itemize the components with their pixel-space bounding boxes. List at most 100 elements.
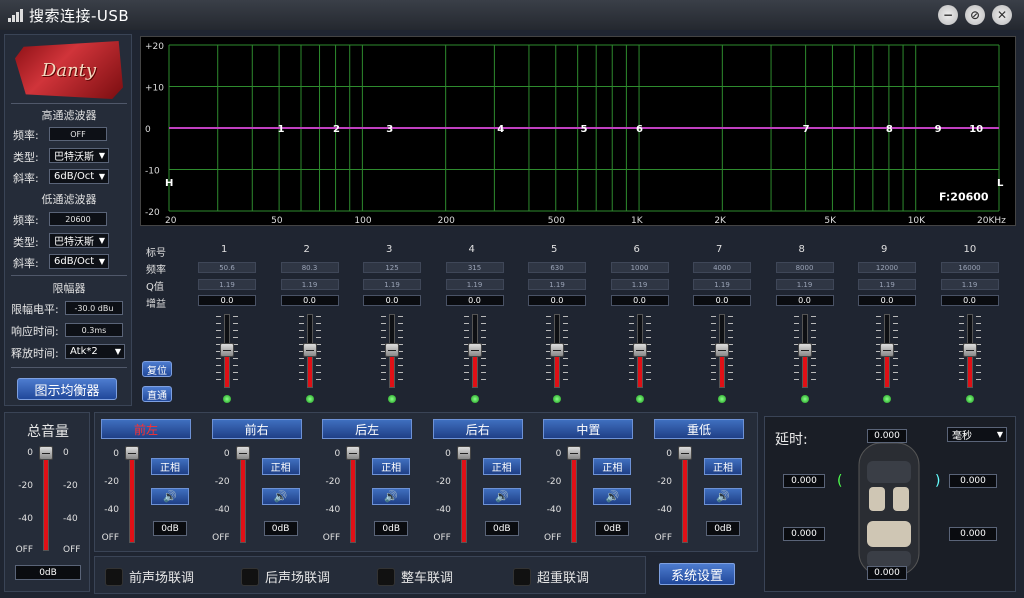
channel-volume-slider[interactable] — [571, 451, 578, 543]
lpf-slope-select[interactable]: 6dB/Oct — [49, 254, 109, 269]
eq-band-gain-knob[interactable] — [302, 343, 317, 357]
eq-band-gain-field[interactable]: 0.0 — [198, 295, 256, 306]
channel-volume-knob[interactable] — [678, 446, 692, 460]
phase-button[interactable]: 正相 — [261, 458, 300, 475]
eq-band-freq-field[interactable]: 80.3 — [280, 262, 339, 273]
delay-front-left-field[interactable]: 0.000 — [783, 474, 825, 488]
rear-link-checkbox[interactable]: 后声场联调 — [241, 567, 330, 586]
eq-band-freq-field[interactable]: 4000 — [693, 262, 751, 273]
channel-volume-knob[interactable] — [567, 446, 582, 460]
phase-button[interactable]: 正相 — [151, 458, 189, 475]
eq-band-gain-knob[interactable] — [220, 343, 234, 357]
channel-volume-knob[interactable] — [346, 446, 361, 460]
delay-rear-left-field[interactable]: 0.000 — [783, 527, 825, 541]
eq-band-freq-field[interactable]: 50.6 — [198, 262, 256, 273]
speaker-mute-icon[interactable]: 🔊 — [593, 488, 632, 505]
phase-button[interactable]: 正相 — [482, 458, 521, 475]
restore-button[interactable]: ⊘ — [965, 5, 985, 25]
eq-band-q-field[interactable]: 1.19 — [445, 279, 504, 290]
eq-band-gain-field[interactable]: 0.0 — [693, 295, 751, 306]
speaker-mute-icon[interactable]: 🔊 — [482, 488, 521, 505]
phase-button[interactable]: 正相 — [704, 458, 742, 475]
channel-select-button[interactable]: 前右 — [211, 419, 302, 439]
channel-volume-value[interactable]: 0dB — [484, 521, 519, 536]
eq-band-gain-knob[interactable] — [797, 343, 812, 357]
delay-center-field[interactable]: 0.000 — [867, 429, 907, 443]
system-settings-button[interactable]: 系统设置 — [659, 563, 735, 585]
eq-band-gain-knob[interactable] — [385, 343, 399, 357]
lpf-freq-field[interactable]: 20600 — [49, 212, 107, 226]
channel-select-button[interactable]: 后左 — [322, 419, 413, 439]
eq-band-gain-knob[interactable] — [962, 343, 977, 357]
channel-volume-knob[interactable] — [235, 446, 250, 460]
eq-band-gain-knob[interactable] — [467, 343, 482, 357]
eq-band-gain-knob[interactable] — [715, 343, 729, 357]
eq-band-freq-field[interactable]: 315 — [445, 262, 504, 273]
eq-band-gain-knob[interactable] — [632, 343, 647, 357]
eq-band-q-field[interactable]: 1.19 — [280, 279, 339, 290]
graphic-eq-button[interactable]: 图示均衡器 — [17, 378, 117, 400]
eq-band-q-field[interactable]: 1.19 — [363, 279, 421, 290]
eq-band-freq-field[interactable]: 16000 — [940, 262, 999, 273]
speaker-mute-icon[interactable]: 🔊 — [704, 488, 742, 505]
speaker-mute-icon[interactable]: 🔊 — [151, 488, 189, 505]
eq-band-q-field[interactable]: 1.19 — [775, 279, 834, 290]
eq-band-gain-field[interactable]: 0.0 — [940, 295, 999, 306]
channel-select-button[interactable]: 前左 — [101, 419, 191, 439]
eq-band-q-field[interactable]: 1.19 — [940, 279, 999, 290]
whole-car-link-checkbox[interactable]: 整车联调 — [377, 567, 453, 586]
channel-volume-value[interactable]: 0dB — [263, 521, 298, 536]
eq-band-q-field[interactable]: 1.19 — [610, 279, 669, 290]
eq-band-gain-knob[interactable] — [880, 343, 894, 357]
delay-rear-right-field[interactable]: 0.000 — [949, 527, 997, 541]
hpf-freq-field[interactable]: OFF — [49, 127, 107, 141]
sub-link-checkbox[interactable]: 超重联调 — [513, 567, 589, 586]
eq-band-freq-field[interactable]: 8000 — [775, 262, 834, 273]
eq-band-q-field[interactable]: 1.19 — [693, 279, 751, 290]
eq-band-gain-field[interactable]: 0.0 — [363, 295, 421, 306]
eq-band-q-field[interactable]: 1.19 — [198, 279, 256, 290]
speaker-mute-icon[interactable]: 🔊 — [261, 488, 300, 505]
delay-unit-select[interactable]: 毫秒 — [947, 427, 1007, 442]
response-time-field[interactable]: 0.3ms — [65, 323, 123, 337]
channel-volume-slider[interactable] — [460, 451, 467, 543]
channel-volume-value[interactable]: 0dB — [706, 521, 740, 536]
eq-band-freq-field[interactable]: 12000 — [858, 262, 916, 273]
eq-band-q-field[interactable]: 1.19 — [858, 279, 916, 290]
eq-band-freq-field[interactable]: 1000 — [610, 262, 669, 273]
eq-band-gain-field[interactable]: 0.0 — [775, 295, 834, 306]
master-volume-slider[interactable] — [43, 451, 49, 551]
phase-button[interactable]: 正相 — [372, 458, 411, 475]
channel-volume-knob[interactable] — [125, 446, 139, 460]
phase-button[interactable]: 正相 — [593, 458, 632, 475]
speaker-mute-icon[interactable]: 🔊 — [372, 488, 411, 505]
master-volume-value[interactable]: 0dB — [15, 565, 81, 580]
minimize-button[interactable]: − — [938, 5, 958, 25]
channel-volume-value[interactable]: 0dB — [153, 521, 187, 536]
eq-band-gain-field[interactable]: 0.0 — [858, 295, 916, 306]
delay-sub-field[interactable]: 0.000 — [867, 566, 907, 580]
hpf-type-select[interactable]: 巴特沃斯 — [49, 148, 109, 163]
eq-band-gain-field[interactable]: 0.0 — [445, 295, 504, 306]
hpf-slope-select[interactable]: 6dB/Oct — [49, 169, 109, 184]
reset-button[interactable]: 复位 — [142, 361, 172, 377]
channel-volume-slider[interactable] — [129, 451, 135, 543]
limiter-level-field[interactable]: -30.0 dBu — [65, 301, 123, 315]
channel-volume-value[interactable]: 0dB — [374, 521, 409, 536]
channel-volume-knob[interactable] — [456, 446, 471, 460]
eq-band-gain-field[interactable]: 0.0 — [610, 295, 669, 306]
eq-band-q-field[interactable]: 1.19 — [528, 279, 586, 290]
lpf-type-select[interactable]: 巴特沃斯 — [49, 233, 109, 248]
eq-band-gain-field[interactable]: 0.0 — [528, 295, 586, 306]
channel-volume-slider[interactable] — [350, 451, 357, 543]
eq-band-gain-field[interactable]: 0.0 — [280, 295, 339, 306]
channel-select-button[interactable]: 重低 — [654, 419, 744, 439]
channel-volume-slider[interactable] — [682, 451, 688, 543]
eq-band-freq-field[interactable]: 125 — [363, 262, 421, 273]
front-link-checkbox[interactable]: 前声场联调 — [105, 567, 194, 586]
channel-select-button[interactable]: 中置 — [543, 419, 634, 439]
release-time-select[interactable]: Atk*2 — [65, 344, 125, 359]
channel-volume-value[interactable]: 0dB — [595, 521, 630, 536]
close-button[interactable]: ✕ — [992, 5, 1012, 25]
channel-select-button[interactable]: 后右 — [432, 419, 523, 439]
